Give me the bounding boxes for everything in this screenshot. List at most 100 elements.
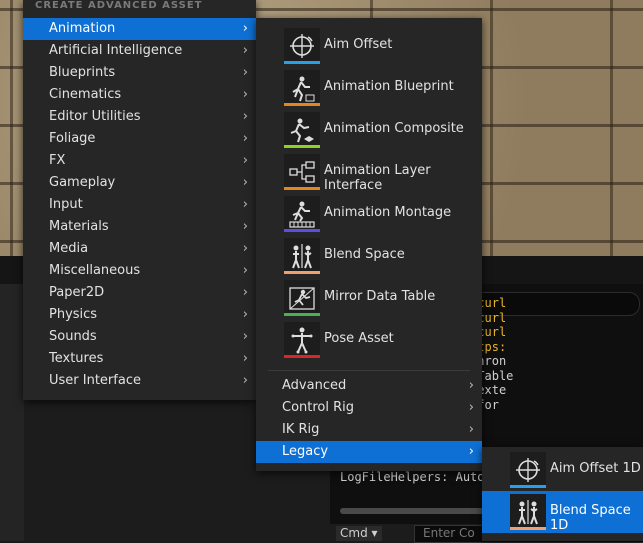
asset-label: Aim Offset 1D: [550, 461, 641, 476]
asset-thumbnail: [510, 452, 546, 488]
cmd-dropdown-button[interactable]: Cmd ▾: [336, 526, 382, 541]
log-horizontal-scrollbar[interactable]: [340, 508, 500, 514]
submenu-control-rig[interactable]: Control Rig ›: [256, 397, 482, 419]
chevron-right-icon: ›: [242, 285, 248, 300]
category-item-editor-utilities[interactable]: Editor Utilities ›: [23, 106, 256, 128]
submenu-ik-rig[interactable]: IK Rig ›: [256, 419, 482, 441]
category-item-label: Editor Utilities: [49, 109, 141, 124]
chevron-right-icon: ›: [242, 21, 248, 36]
category-item-label: Artificial Intelligence: [49, 43, 183, 58]
asset-label: Animation Layer Interface: [324, 163, 431, 193]
category-item-input[interactable]: Input ›: [23, 194, 256, 216]
chevron-right-icon: ›: [242, 65, 248, 80]
chevron-right-icon: ›: [242, 131, 248, 146]
category-item-label: Physics: [49, 307, 98, 322]
animation-composite-icon: [290, 118, 314, 143]
chevron-right-icon: ›: [468, 400, 474, 415]
chevron-right-icon: ›: [242, 109, 248, 124]
category-item-label: Textures: [49, 351, 104, 366]
chevron-right-icon: ›: [242, 307, 248, 322]
category-item-label: Sounds: [49, 329, 97, 344]
category-item-label: Materials: [49, 219, 109, 234]
category-item-foliage[interactable]: Foliage ›: [23, 128, 256, 150]
asset-animation-composite[interactable]: Animation Composite: [256, 109, 482, 151]
asset-pose-asset[interactable]: Pose Asset: [256, 319, 482, 361]
asset-label: Blend Space 1D: [550, 503, 631, 533]
category-item-gameplay[interactable]: Gameplay ›: [23, 172, 256, 194]
asset-thumbnail: [284, 280, 320, 316]
category-item-artificial-intelligence[interactable]: Artificial Intelligence ›: [23, 40, 256, 62]
asset-label: Blend Space: [324, 247, 405, 262]
submenu-legacy[interactable]: Legacy ›: [256, 441, 482, 463]
asset-thumbnail: [284, 154, 320, 190]
asset-label: Mirror Data Table: [324, 289, 436, 304]
asset-type-stripe: [510, 485, 546, 488]
chevron-right-icon: ›: [242, 153, 248, 168]
asset-animation-layer-interface[interactable]: Animation Layer Interface: [256, 151, 482, 193]
submenu-advanced[interactable]: Advanced ›: [256, 375, 482, 397]
category-item-label: Miscellaneous: [49, 263, 141, 278]
category-item-label: User Interface: [49, 373, 141, 388]
asset-thumbnail: [284, 28, 320, 64]
category-item-animation[interactable]: Animation ›: [23, 18, 256, 40]
asset-label: Aim Offset: [324, 37, 393, 52]
category-item-label: FX: [49, 153, 66, 168]
asset-aim-offset[interactable]: Aim Offset: [256, 25, 482, 67]
submenu-label: Legacy: [282, 444, 329, 459]
asset-type-stripe: [284, 355, 320, 358]
create-advanced-asset-menu: CREATE ADVANCED ASSET Animation › Artifici…: [23, 0, 256, 400]
legacy-submenu: Aim Offset 1D Blend Space 1D: [482, 447, 643, 541]
category-item-label: Input: [49, 197, 83, 212]
asset-aim-offset-1d[interactable]: Aim Offset 1D: [482, 449, 643, 491]
asset-blend-space-1d[interactable]: Blend Space 1D: [482, 491, 643, 533]
asset-mirror-data-table[interactable]: Mirror Data Table: [256, 277, 482, 319]
asset-type-stripe: [284, 61, 320, 64]
category-item-label: Media: [49, 241, 89, 256]
asset-type-stripe: [284, 313, 320, 316]
category-item-miscellaneous[interactable]: Miscellaneous ›: [23, 260, 256, 282]
chevron-right-icon: ›: [468, 444, 474, 459]
submenu-label: IK Rig: [282, 422, 320, 437]
category-item-label: Cinematics: [49, 87, 122, 102]
category-item-media[interactable]: Media ›: [23, 238, 256, 260]
asset-thumbnail: [284, 70, 320, 106]
animation-layer-interface-icon: [289, 161, 315, 183]
asset-type-stripe: [510, 527, 546, 530]
category-item-sounds[interactable]: Sounds ›: [23, 326, 256, 348]
category-item-textures[interactable]: Textures ›: [23, 348, 256, 370]
chevron-right-icon: ›: [242, 87, 248, 102]
category-item-blueprints[interactable]: Blueprints ›: [23, 62, 256, 84]
mirror-data-table-icon: [289, 287, 315, 310]
chevron-right-icon: ›: [242, 175, 248, 190]
asset-type-stripe: [284, 229, 320, 232]
category-item-label: Animation: [49, 21, 116, 36]
category-item-user-interface[interactable]: User Interface ›: [23, 370, 256, 392]
animation-blueprint-icon: [292, 76, 315, 102]
category-item-paper2d[interactable]: Paper2D ›: [23, 282, 256, 304]
asset-thumbnail: [284, 238, 320, 274]
aim-offset-icon: [290, 34, 314, 58]
category-item-materials[interactable]: Materials ›: [23, 216, 256, 238]
category-item-physics[interactable]: Physics ›: [23, 304, 256, 326]
content-browser-sidebar: [0, 284, 24, 541]
asset-animation-blueprint[interactable]: Animation Blueprint: [256, 67, 482, 109]
asset-label: Animation Blueprint: [324, 79, 454, 94]
menu-divider: [268, 370, 470, 371]
category-item-fx[interactable]: FX ›: [23, 150, 256, 172]
asset-blend-space[interactable]: Blend Space: [256, 235, 482, 277]
aim-offset-1d-icon: [516, 458, 540, 482]
blend-space-1d-icon: [518, 500, 538, 525]
blend-space-icon: [292, 244, 312, 269]
pose-asset-icon: [291, 327, 313, 354]
animation-submenu: Aim Offset Animation Blueprint Animation C…: [256, 18, 482, 471]
chevron-right-icon: ›: [242, 373, 248, 388]
category-item-label: Foliage: [49, 131, 96, 146]
asset-type-stripe: [284, 103, 320, 106]
category-item-label: Blueprints: [49, 65, 116, 80]
asset-type-stripe: [284, 271, 320, 274]
chevron-right-icon: ›: [242, 219, 248, 234]
category-item-cinematics[interactable]: Cinematics ›: [23, 84, 256, 106]
asset-thumbnail: [284, 196, 320, 232]
chevron-right-icon: ›: [468, 422, 474, 437]
asset-animation-montage[interactable]: Animation Montage: [256, 193, 482, 235]
